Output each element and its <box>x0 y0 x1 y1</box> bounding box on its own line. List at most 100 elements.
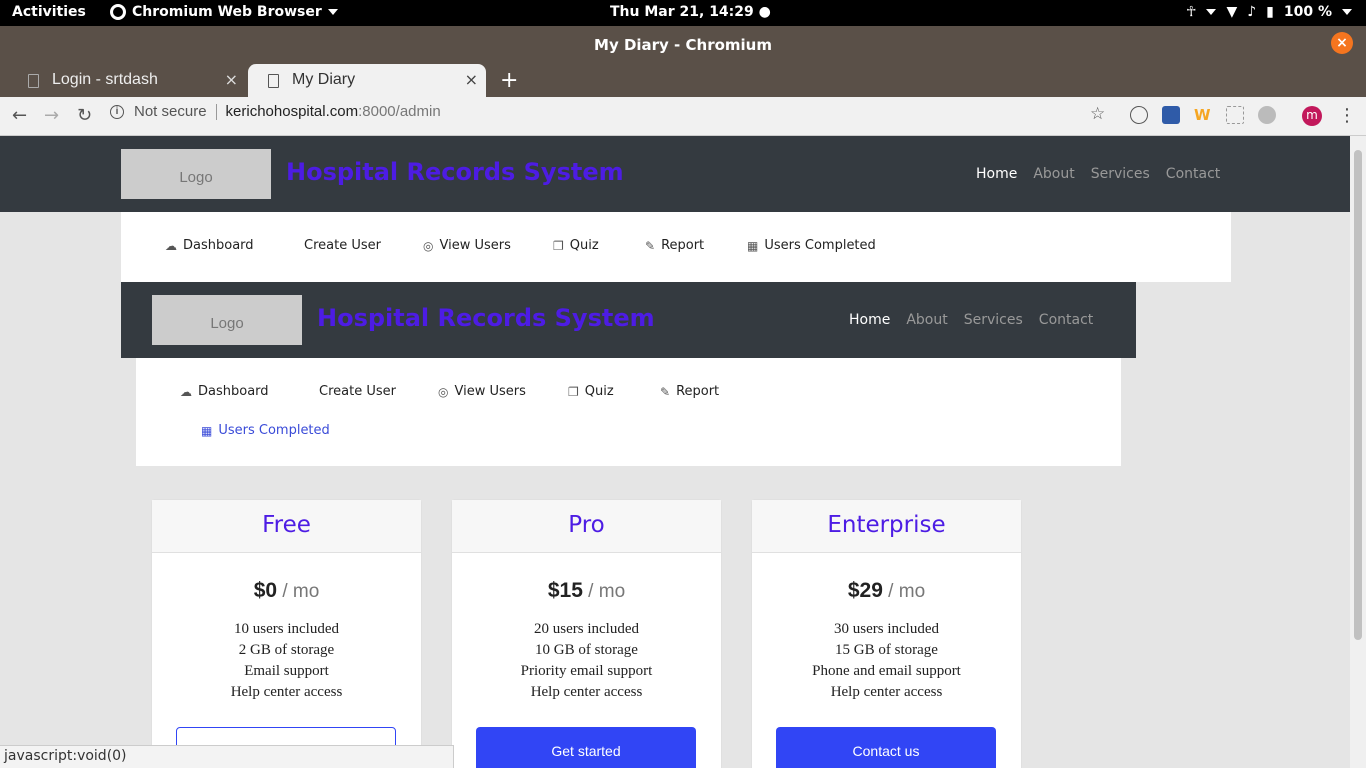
system-top-bar: Activities Chromium Web Browser Thu Mar … <box>0 0 1366 26</box>
price-period: / mo <box>882 581 926 602</box>
main-nav: Home About Services Contact <box>849 312 1093 328</box>
tab-close-button[interactable]: × <box>225 70 238 89</box>
new-tab-button[interactable]: + <box>500 68 518 93</box>
extension-icon[interactable] <box>1162 106 1180 124</box>
feature-item: 30 users included <box>834 621 939 637</box>
subnav-report[interactable]: ✎ Report <box>660 384 719 399</box>
feature-item: Help center access <box>230 684 343 700</box>
page-icon <box>268 74 279 88</box>
bookmark-star-icon[interactable]: ☆ <box>1090 104 1105 124</box>
window-title: My Diary - Chromium <box>594 36 772 54</box>
chevron-down-icon <box>1342 9 1352 15</box>
fingerprint-icon[interactable] <box>1258 106 1276 124</box>
url-path: :8000/admin <box>358 103 441 120</box>
subnav-dashboard[interactable]: ☁ Dashboard <box>180 384 269 399</box>
subnav-create-user[interactable]: Create User <box>304 238 381 253</box>
feature-item: 20 users included <box>534 621 639 637</box>
scrollbar-thumb[interactable] <box>1354 150 1362 640</box>
subnav-quiz[interactable]: ❐ Quiz <box>568 384 614 399</box>
system-tray[interactable]: ☥ ▼ ♪ ▮ 100 % <box>1186 4 1352 20</box>
clock[interactable]: Thu Mar 21, 14:29 ● <box>610 4 771 20</box>
link-status-bubble: javascript:void(0) <box>0 745 454 768</box>
feature-list: 30 users included 15 GB of storage Phone… <box>752 619 1021 703</box>
feature-item: 10 users included <box>234 621 339 637</box>
subnav-view-users[interactable]: ◎ View Users <box>438 384 526 399</box>
page-scrollbar[interactable] <box>1350 136 1366 768</box>
subnav-dashboard[interactable]: ☁ Dashboard <box>165 238 254 253</box>
chevron-down-icon <box>1206 9 1217 15</box>
extension-w-icon[interactable]: W <box>1194 106 1212 124</box>
price-amount: $15 <box>547 579 583 602</box>
subnav-create-user[interactable]: Create User <box>319 384 396 399</box>
subnav-report[interactable]: ✎ Report <box>645 238 704 253</box>
plan-name: Free <box>152 500 421 553</box>
quiz-icon: ❐ <box>568 384 579 399</box>
battery-icon: ▮ <box>1266 4 1274 20</box>
subnav-label: View Users <box>454 384 526 399</box>
subnav-label: Report <box>676 384 720 399</box>
app-menu-label: Chromium Web Browser <box>132 4 322 20</box>
plan-price: $15 / mo <box>452 579 721 603</box>
chevron-down-icon <box>327 9 338 15</box>
profile-avatar[interactable]: m <box>1302 106 1322 126</box>
nav-contact[interactable]: Contact <box>1039 312 1093 328</box>
subnav-users-completed[interactable]: ▦ Users Completed <box>747 238 876 253</box>
subnav-label: View Users <box>439 238 511 253</box>
nav-services[interactable]: Services <box>1091 166 1150 182</box>
brand-title[interactable]: Hospital Records System <box>317 304 655 332</box>
price-amount: $0 <box>253 579 278 602</box>
tab-my-diary[interactable]: My Diary × <box>248 64 486 97</box>
subnav-label: Quiz <box>584 384 614 399</box>
nav-about[interactable]: About <box>1033 166 1074 182</box>
table-icon: ▦ <box>201 423 213 438</box>
extension-icon[interactable] <box>1130 106 1148 124</box>
tab-close-button[interactable]: × <box>465 70 478 89</box>
subnav-users-completed[interactable]: ▦ Users Completed <box>201 423 330 438</box>
tab-login[interactable]: Login - srtdash × <box>8 64 246 97</box>
site-header: Logo Hospital Records System Home About … <box>121 282 1136 358</box>
reload-icon[interactable]: ↻ <box>77 105 92 126</box>
feature-list: 10 users included 2 GB of storage Email … <box>152 619 421 703</box>
subnav-label: Quiz <box>569 238 599 253</box>
volume-icon: ♪ <box>1247 4 1257 20</box>
subnav-label: Users Completed <box>218 423 330 438</box>
forward-arrow-icon[interactable]: → <box>44 105 59 126</box>
main-nav: Home About Services Contact <box>976 166 1220 182</box>
accessibility-icon: ☥ <box>1185 4 1197 20</box>
nav-contact[interactable]: Contact <box>1166 166 1220 182</box>
nav-home[interactable]: Home <box>849 312 890 328</box>
info-icon[interactable]: i <box>110 104 124 119</box>
plan-name: Enterprise <box>752 500 1021 553</box>
extension-icon[interactable] <box>1226 106 1244 124</box>
activities-button[interactable]: Activities <box>12 4 86 20</box>
app-menu[interactable]: Chromium Web Browser <box>110 4 338 20</box>
pencil-icon: ✎ <box>660 384 671 399</box>
window-close-button[interactable]: × <box>1331 32 1353 54</box>
menu-dots-icon[interactable]: ⋮ <box>1338 105 1356 126</box>
get-started-button[interactable]: Get started <box>476 727 696 768</box>
dashboard-icon: ☁ <box>165 238 177 253</box>
nav-home[interactable]: Home <box>976 166 1017 182</box>
back-arrow-icon[interactable]: ← <box>12 105 27 126</box>
subnav-view-users[interactable]: ◎ View Users <box>423 238 511 253</box>
admin-subnav: ☁ Dashboard Create User ◎ View Users ❐ Q… <box>121 212 1231 282</box>
feature-item: 2 GB of storage <box>238 642 335 658</box>
url-host: kerichohospital.com <box>225 103 359 120</box>
nav-services[interactable]: Services <box>964 312 1023 328</box>
logo[interactable]: Logo <box>152 295 302 345</box>
pricing-card-pro: Pro $15 / mo 20 users included 10 GB of … <box>451 499 722 768</box>
site-header: Logo Hospital Records System Home About … <box>0 136 1350 212</box>
feature-item: Email support <box>244 663 329 679</box>
subnav-label: Report <box>661 238 705 253</box>
users-icon: ◎ <box>423 238 434 253</box>
brand-title[interactable]: Hospital Records System <box>286 158 624 186</box>
nav-about[interactable]: About <box>906 312 947 328</box>
plan-price: $0 / mo <box>152 579 421 603</box>
feature-list: 20 users included 10 GB of storage Prior… <box>452 619 721 703</box>
contact-us-button[interactable]: Contact us <box>776 727 996 768</box>
omnibox[interactable]: i Not secure kerichohospital.com :8000/a… <box>110 103 441 120</box>
quiz-icon: ❐ <box>553 238 564 253</box>
logo[interactable]: Logo <box>121 149 271 199</box>
plan-name: Pro <box>452 500 721 553</box>
subnav-quiz[interactable]: ❐ Quiz <box>553 238 599 253</box>
